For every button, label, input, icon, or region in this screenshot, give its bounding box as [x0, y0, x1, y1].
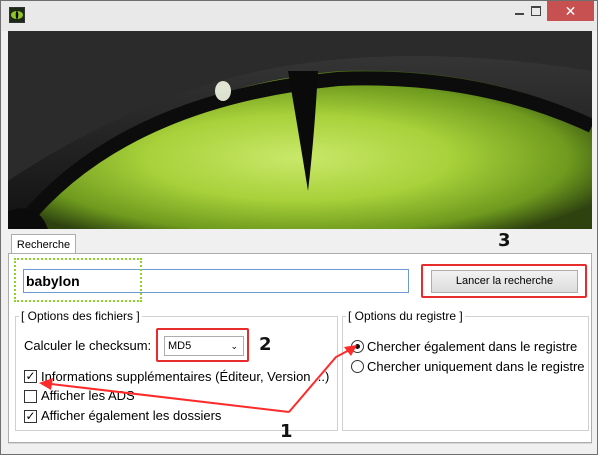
checkbox-show-ads[interactable]: [24, 390, 37, 403]
registry-options-title: [ Options du registre ]: [346, 309, 465, 323]
radio-search-only-registry-label: Chercher uniquement dans le registre: [367, 359, 585, 374]
app-window: ✕ Recherche babylon Lancer la recherche …: [0, 0, 598, 455]
eye-icon: [9, 7, 25, 23]
banner-image: [8, 31, 592, 229]
radio-search-only-registry[interactable]: [351, 360, 364, 373]
highlight-checksum-select: [156, 328, 249, 362]
annotation-number-3: 3: [498, 230, 511, 251]
annotation-number-2: 2: [259, 334, 272, 355]
checkbox-show-folders[interactable]: ✓: [24, 410, 37, 423]
highlight-search-button: [421, 264, 587, 298]
checkbox-show-ads-label: Afficher les ADS: [41, 388, 135, 403]
maximize-icon[interactable]: [522, 1, 549, 21]
title-bar: ✕: [1, 1, 597, 31]
annotation-number-1: 1: [280, 421, 293, 442]
checkbox-extra-info[interactable]: ✓: [24, 370, 37, 383]
file-options-title: [ Options des fichiers ]: [19, 309, 142, 323]
tab-recherche[interactable]: Recherche: [11, 234, 76, 255]
status-strip: [8, 443, 592, 452]
checkbox-extra-info-label: Informations supplémentaires (Éditeur, V…: [41, 369, 330, 384]
highlight-search-input: [14, 258, 142, 302]
radio-search-also-registry-label: Chercher également dans le registre: [367, 339, 578, 354]
radio-search-also-registry[interactable]: [351, 340, 364, 353]
checksum-label: Calculer le checksum:: [24, 338, 152, 353]
checkbox-show-folders-label: Afficher également les dossiers: [41, 408, 222, 423]
close-icon[interactable]: ✕: [547, 1, 594, 21]
